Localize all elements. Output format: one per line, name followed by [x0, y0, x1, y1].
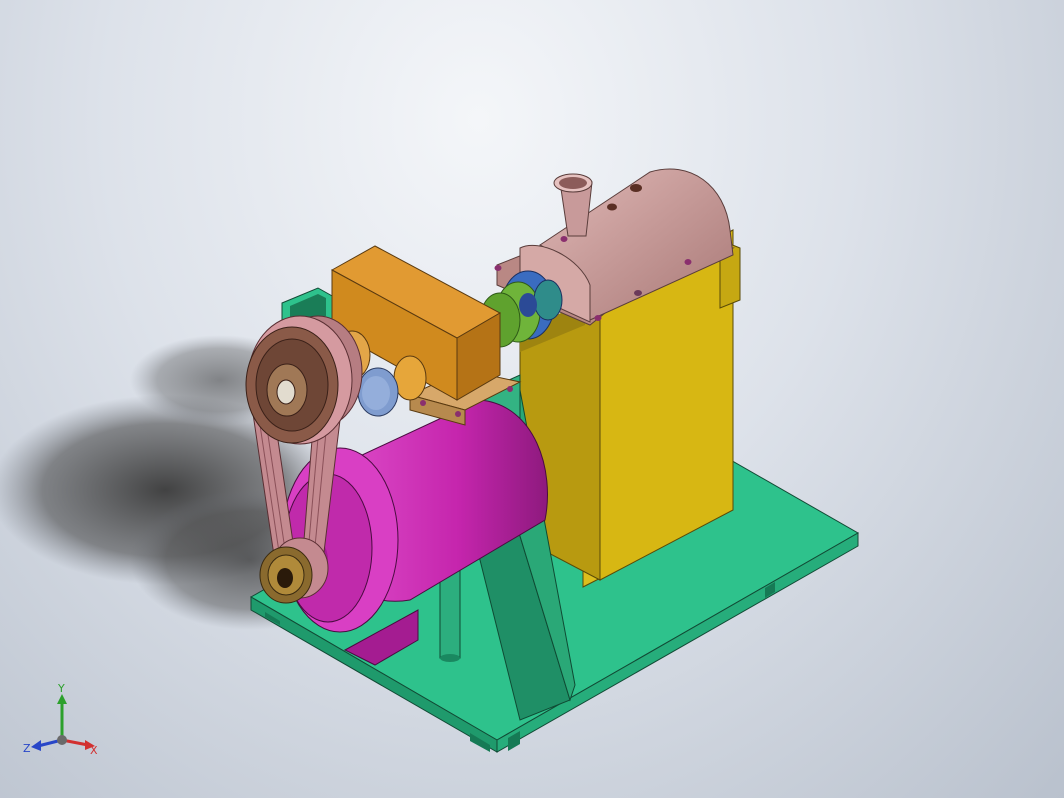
- large-pulley[interactable]: [245, 315, 363, 445]
- z-arrow-icon: [31, 740, 41, 751]
- machine-assembly-model[interactable]: [0, 0, 1064, 798]
- triad-x-label: X: [90, 744, 98, 757]
- triad-origin-icon: [57, 735, 67, 745]
- triad-graphic: Y Z X: [23, 682, 98, 757]
- coordinate-triad[interactable]: Y Z X: [22, 682, 112, 762]
- graphics-viewport[interactable]: Y Z X: [0, 0, 1064, 798]
- feed-hopper[interactable]: [553, 173, 593, 237]
- triad-y-label: Y: [57, 682, 65, 695]
- triad-z-label: Z: [23, 742, 31, 755]
- y-arrow-icon: [57, 694, 67, 704]
